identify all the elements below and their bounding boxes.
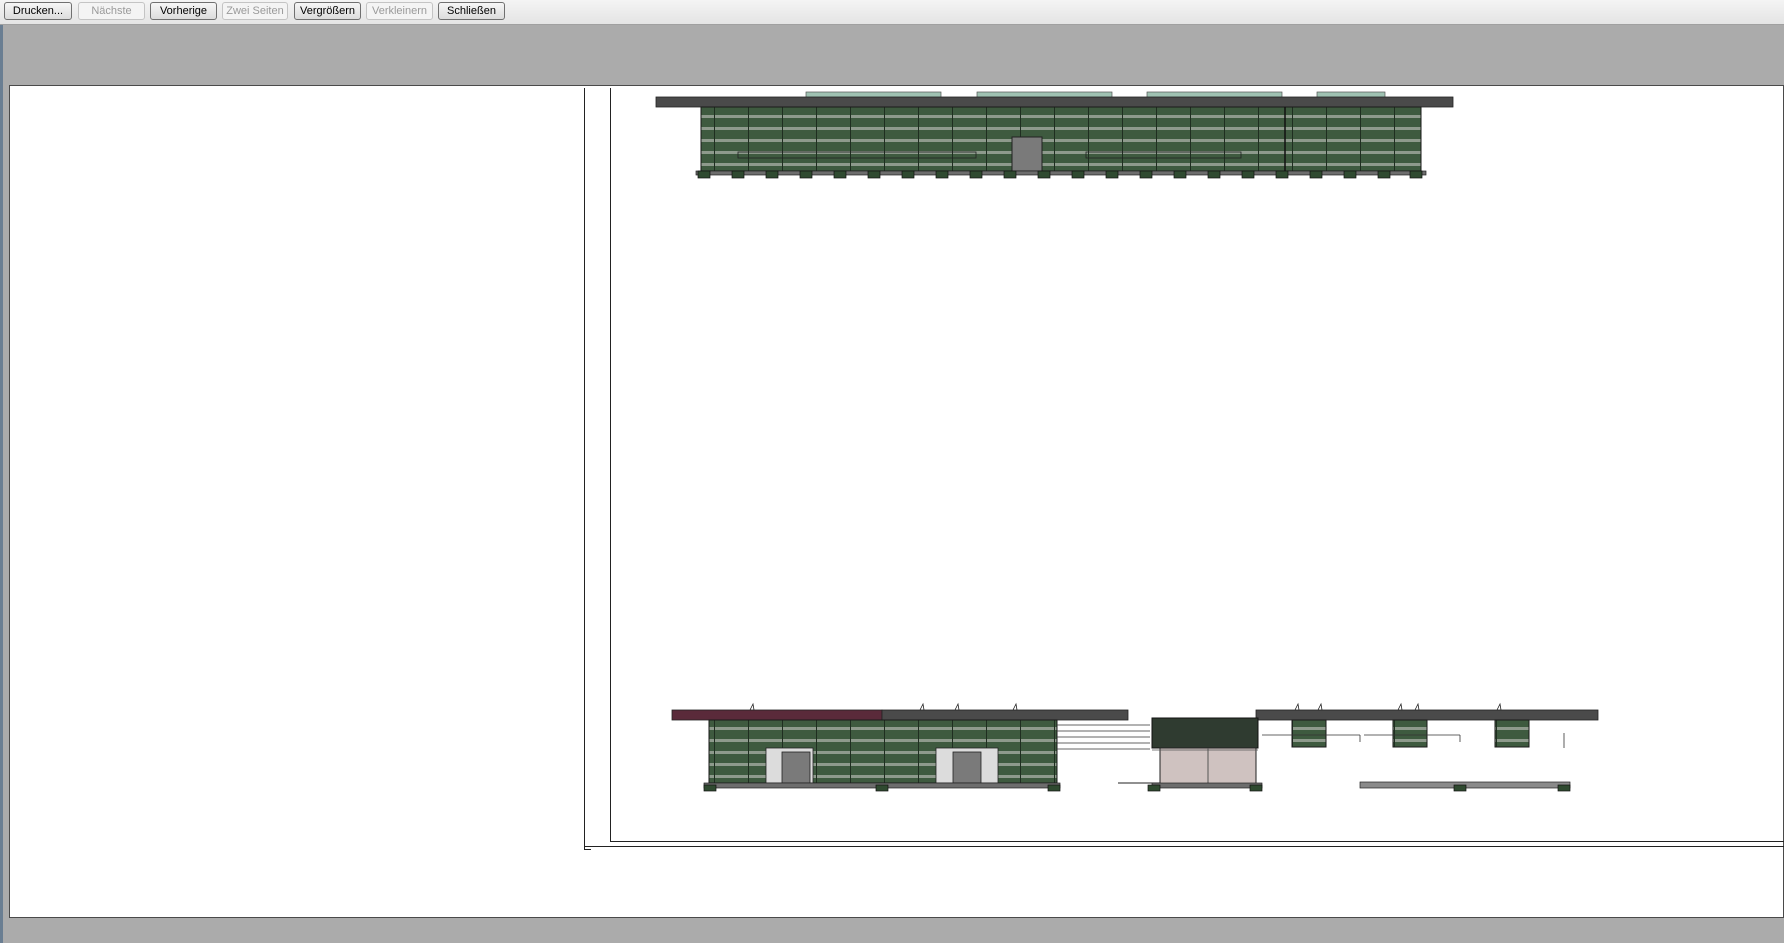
entrance-canopy (1151, 717, 1259, 749)
pergola-lines (1057, 724, 1150, 750)
roof-slab-bottom-right (1255, 709, 1599, 721)
facade-top (700, 106, 1422, 172)
roof-slab-bottom-mid (881, 709, 1129, 721)
roof-slab-top (655, 96, 1454, 108)
elevation-drawings (655, 91, 1599, 792)
facade-bottom (708, 719, 1058, 784)
elevation-bottom (671, 702, 1599, 792)
roof-slab-bottom-left (671, 709, 883, 721)
roof-vents (749, 702, 1502, 711)
door-top (1011, 136, 1043, 172)
door-1 (781, 751, 811, 784)
elevation-top (655, 91, 1454, 179)
door-2 (952, 751, 982, 784)
